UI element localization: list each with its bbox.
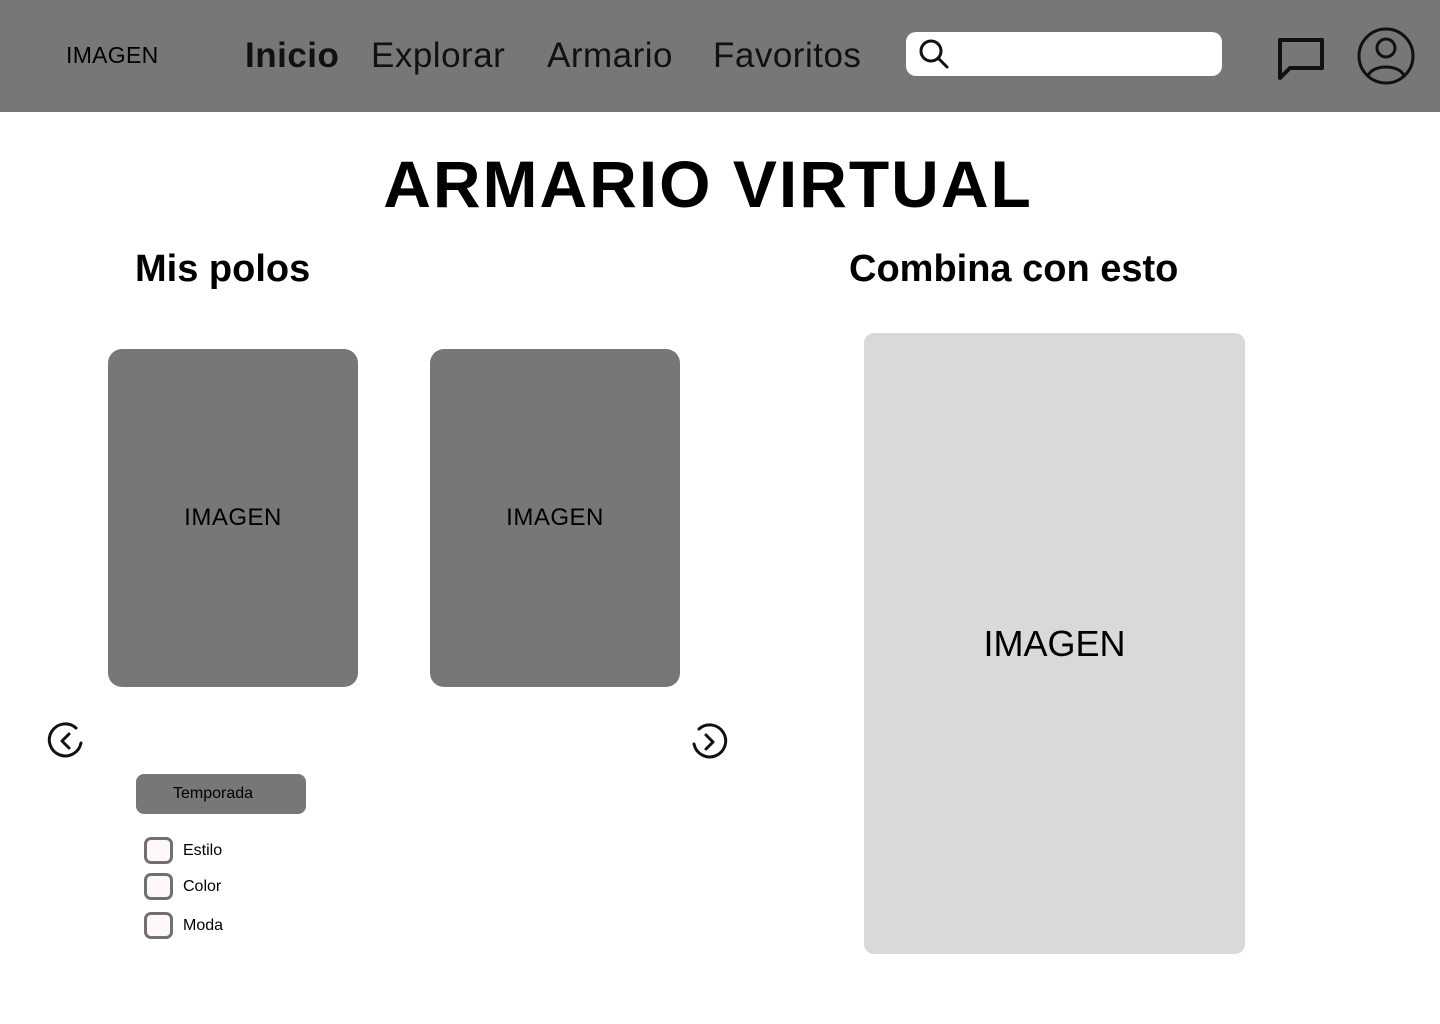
search-bar[interactable] (906, 32, 1222, 76)
search-icon (919, 39, 949, 69)
checkbox-label: Estilo (183, 841, 223, 859)
checkbox[interactable] (144, 912, 173, 939)
card-image-label: IMAGEN (184, 504, 282, 531)
checkbox[interactable] (144, 837, 173, 864)
top-navbar: IMAGEN Inicio Explorar Armario Favoritos (0, 0, 1440, 112)
chevron-left-icon[interactable] (46, 721, 86, 761)
nav-inicio[interactable]: Inicio (245, 36, 339, 76)
match-heading: Combina con esto (849, 248, 1179, 290)
filter-moda[interactable]: Moda (144, 912, 223, 939)
user-icon[interactable] (1356, 26, 1416, 86)
season-button[interactable]: Temporada (136, 774, 306, 814)
checkbox[interactable] (144, 873, 173, 900)
checkbox-label: Moda (183, 916, 224, 934)
logo[interactable]: IMAGEN (66, 42, 159, 69)
shirt-card[interactable]: IMAGEN (430, 349, 680, 687)
chevron-right-icon[interactable] (689, 722, 729, 762)
filter-estilo[interactable]: Estilo (144, 837, 222, 864)
checkbox-label: Color (183, 877, 222, 895)
chat-icon[interactable] (1276, 36, 1326, 82)
card-image-label: IMAGEN (506, 504, 604, 531)
nav-armario[interactable]: Armario (547, 36, 673, 76)
match-image-label: IMAGEN (983, 622, 1126, 664)
my-shirts-heading: Mis polos (135, 248, 311, 290)
filter-color[interactable]: Color (144, 873, 221, 900)
search-input[interactable] (960, 38, 1210, 70)
shirt-card[interactable]: IMAGEN (108, 349, 358, 687)
match-image-card[interactable]: IMAGEN (864, 333, 1245, 954)
nav-favoritos[interactable]: Favoritos (713, 36, 861, 76)
page-title: ARMARIO VIRTUAL (383, 147, 1033, 221)
nav-explorar[interactable]: Explorar (371, 36, 505, 76)
